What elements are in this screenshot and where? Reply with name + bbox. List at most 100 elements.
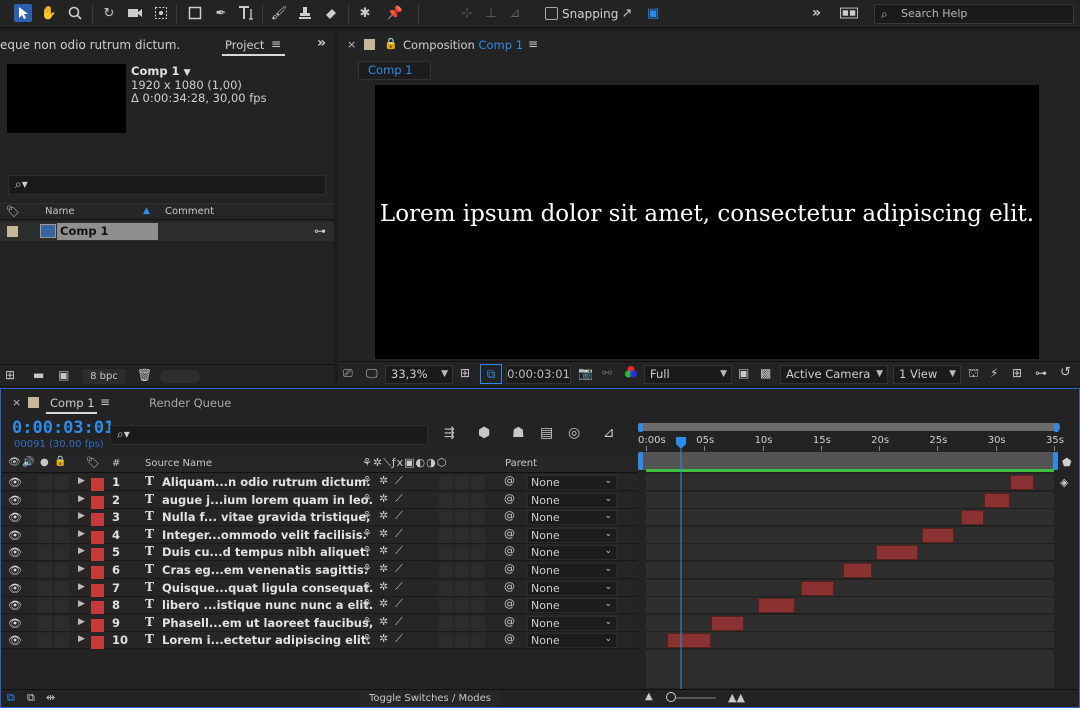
effect-switch[interactable] [439, 598, 453, 614]
timeline-panel-menu-icon[interactable]: ≡ [100, 395, 110, 409]
timeline-icon[interactable]: ⊞ [1012, 366, 1022, 380]
roto-brush-tool-icon[interactable]: ✱ [356, 4, 374, 22]
motion-blur-switch[interactable] [455, 633, 469, 649]
layer-duration-bar[interactable] [801, 580, 834, 596]
label-color-swatch[interactable] [7, 226, 18, 237]
view-layout-dropdown[interactable]: 1 View ▼ [893, 365, 961, 384]
solo-toggle[interactable] [38, 615, 52, 631]
solo-toggle[interactable] [38, 527, 52, 543]
layer-label-color[interactable] [91, 530, 104, 544]
snapping-checkbox[interactable] [545, 7, 558, 20]
quality-switch-icon[interactable]: ⟋ [395, 615, 403, 629]
layer-duration-bar[interactable] [875, 545, 918, 561]
layer-duration-bar[interactable] [922, 527, 954, 543]
lock-switch-icon[interactable]: 🔒 [54, 456, 66, 467]
layer-row[interactable]: 👁 ▶ 5 T Duis cu...d tempus nibh aliquet. ⚘ ✲ ⟋ @… [2, 544, 638, 562]
layer-source-name[interactable]: libero ...istique nunc nunc a elit. [162, 598, 373, 612]
layer-label-color[interactable] [91, 548, 104, 562]
axis-world-icon[interactable]: ⊥ [482, 4, 500, 22]
shy-switch-icon[interactable]: ⚘ [362, 544, 372, 557]
layer-row[interactable]: 👁 ▶ 9 T Phasell...em ut laoreet faucibus, ⚘ ✲ ⟋… [2, 614, 638, 632]
snap-to-edges-icon[interactable]: ▣ [644, 4, 662, 22]
parent-dropdown[interactable]: None ⌄ [527, 580, 617, 596]
layer-source-name[interactable]: Duis cu...d tempus nibh aliquet. [162, 545, 370, 559]
lock-toggle[interactable] [55, 545, 69, 561]
graph-editor-icon[interactable]: ⊿ [603, 425, 615, 441]
time-navigator-end-handle[interactable] [1054, 423, 1059, 432]
playhead[interactable] [675, 437, 687, 689]
expand-arrow-icon[interactable]: ▶ [78, 582, 85, 592]
lock-toggle[interactable] [55, 580, 69, 596]
layer-source-name[interactable]: Aliquam...n odio rutrum dictum. [162, 475, 370, 489]
monitor-icon[interactable]: 🖵 [366, 366, 378, 381]
magnification-dropdown[interactable]: 33,3% ▼ [385, 365, 453, 384]
flowchart-icon[interactable]: ⊶ [314, 224, 326, 238]
layer-source-name[interactable]: Integer...ommodo velit facilisis. [162, 528, 367, 542]
camera-tool-icon[interactable] [126, 4, 144, 22]
collapse-switch-icon[interactable]: ✲ [379, 509, 388, 522]
parent-dropdown[interactable]: None ⌄ [527, 563, 617, 578]
video-eye-icon[interactable]: 👁 [8, 634, 22, 647]
quality-switch-icon[interactable]: ⟋ [395, 492, 403, 506]
layer-row[interactable]: 👁 ▶ 1 T Aliquam...n odio rutrum dictum. ⚘ ✲ ⟋ @ N… [2, 474, 638, 491]
collapse-switch-icon[interactable]: ✲ [379, 580, 388, 593]
transfer-controls-toggle-icon[interactable]: ⧉ [27, 691, 35, 705]
video-eye-icon[interactable]: 👁 [8, 564, 22, 577]
collapse-switch-icon[interactable]: ✲ [379, 597, 388, 610]
rotate-tool-icon[interactable]: ↻ [100, 4, 118, 22]
trash-icon[interactable]: 🗑 [137, 368, 152, 382]
lock-icon[interactable]: 🔒 [384, 37, 398, 50]
solo-toggle[interactable] [38, 563, 52, 578]
effect-controls-tab[interactable]: eque non odio rutrum dictum. [0, 38, 215, 52]
transparency-grid-icon[interactable]: ▩ [760, 366, 771, 380]
layer-label-color[interactable] [91, 583, 104, 597]
timeline-zoom-handle[interactable] [666, 692, 676, 702]
quality-switch-icon[interactable]: ⟋ [395, 597, 403, 611]
quality-switch-icon[interactable]: ⟋ [395, 544, 403, 558]
video-eye-icon[interactable]: 👁 [8, 599, 22, 612]
zoom-tool-icon[interactable] [66, 4, 84, 22]
layer-label-color[interactable] [91, 636, 104, 650]
collapse-switch-icon[interactable]: ✲ [379, 492, 388, 505]
layer-row[interactable]: 👁 ▶ 6 T Cras eg...em venenatis sagittis. ⚘ ✲ ⟋ @… [2, 562, 638, 579]
quality-switch-icon[interactable]: ⟋ [395, 527, 403, 541]
layer-row[interactable]: 👁 ▶ 4 T Integer...ommodo velit facilisis. ⚘ ✲ ⟋… [2, 526, 638, 544]
adjustment-switch[interactable] [471, 475, 485, 490]
project-tab[interactable]: Project [225, 38, 264, 52]
time-navigator-start-handle[interactable] [638, 423, 643, 432]
adjustment-switch[interactable] [471, 633, 485, 649]
adjustment-switch[interactable] [471, 563, 485, 578]
layer-row[interactable]: 👁 ▶ 2 Taugue j...ium lorem quam in leo. ⚘ ✲ ⟋ @… [2, 491, 638, 509]
type-tool-icon[interactable] [236, 4, 258, 22]
video-eye-icon[interactable]: 👁 [8, 582, 22, 595]
layer-source-name[interactable]: augue j...ium lorem quam in leo. [162, 493, 373, 507]
layer-row[interactable]: 👁 ▶ 8 Tlibero ...istique nunc nunc a elit. ⚘… [2, 597, 638, 615]
time-navigator[interactable] [640, 423, 1060, 431]
sort-ascending-icon[interactable]: ▲ [143, 206, 150, 216]
expand-arrow-icon[interactable]: ▶ [78, 476, 85, 486]
layer-duration-bar[interactable] [984, 492, 1010, 508]
camera-view-dropdown[interactable]: Active Camera ▼ [780, 365, 888, 384]
pick-whip-icon[interactable]: @ [504, 544, 515, 557]
effect-switch[interactable] [439, 615, 453, 631]
pick-whip-icon[interactable]: @ [504, 597, 515, 610]
solo-toggle[interactable] [38, 598, 52, 614]
video-eye-icon[interactable]: 👁 [8, 494, 22, 507]
viewer-text-layer[interactable]: Lorem ipsum dolor sit amet, consectetur … [375, 201, 1039, 227]
pick-whip-icon[interactable]: @ [504, 562, 515, 575]
quality-switch-icon[interactable]: ⟋ [395, 580, 403, 594]
chevron-down-icon[interactable]: ▼ [184, 68, 191, 78]
snapping-options-icon[interactable]: ↗ [618, 4, 636, 22]
comp-mini-flowchart-icon[interactable]: ⇶ [444, 426, 455, 441]
solo-toggle[interactable] [38, 475, 52, 490]
layer-label-color[interactable] [91, 618, 104, 632]
effect-switch[interactable] [439, 580, 453, 596]
expand-arrow-icon[interactable]: ▶ [78, 546, 85, 556]
shy-switch-icon[interactable]: ⚘ [362, 632, 372, 645]
layer-row[interactable]: 👁 ▶ 7 T Quisque...quat ligula consequat. ⚘ ✲ ⟋ @… [2, 579, 638, 597]
layer-label-color[interactable] [91, 601, 104, 615]
toggle-mask-icon[interactable]: ⧉ [480, 364, 502, 384]
comp-flow-tab[interactable]: Comp 1 [358, 61, 431, 80]
parent-dropdown[interactable]: None ⌄ [527, 492, 617, 508]
pick-whip-icon[interactable]: @ [504, 474, 515, 487]
